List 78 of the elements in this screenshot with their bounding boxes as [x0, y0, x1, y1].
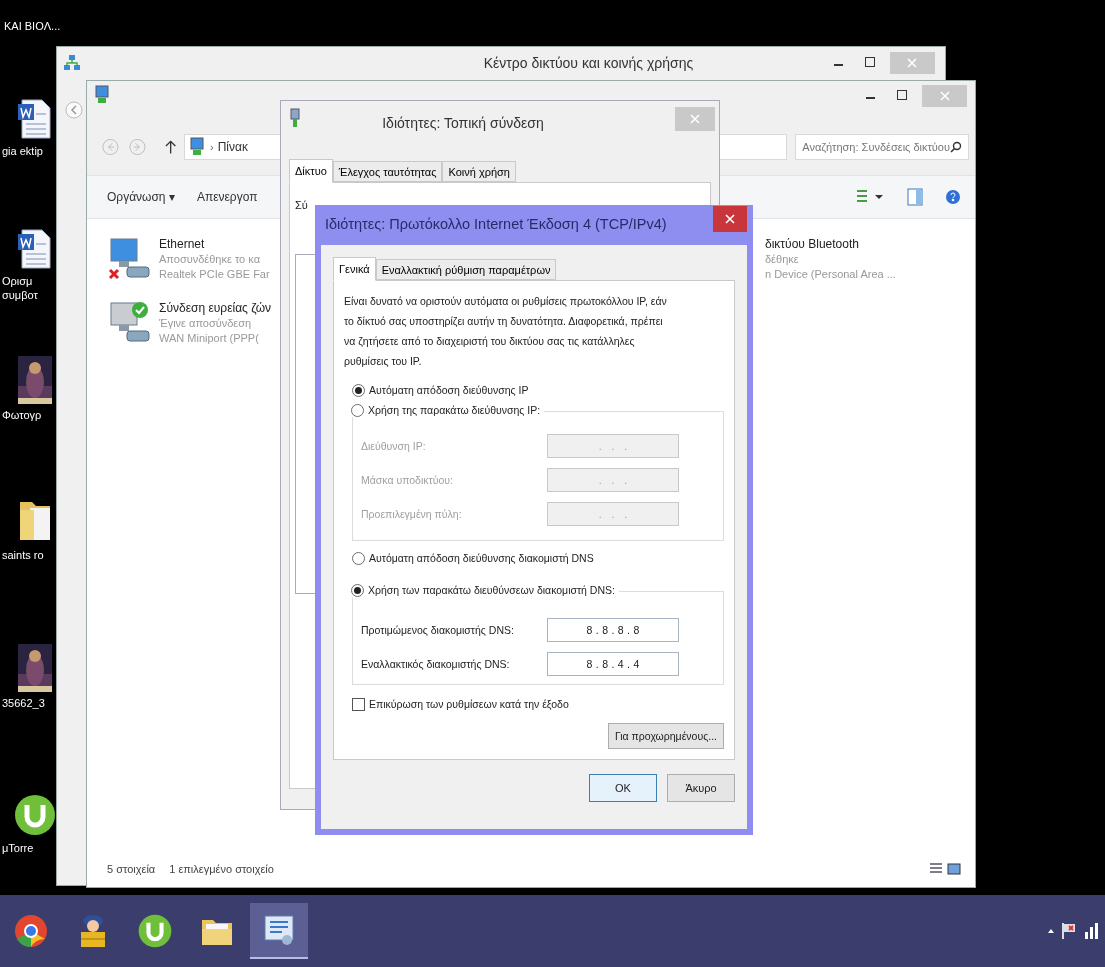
close-icon: [939, 91, 950, 101]
search-icon: [950, 141, 962, 153]
tab[interactable]: Κοινή χρήση: [442, 161, 516, 182]
torrent-icon: [137, 913, 173, 949]
desktop-icon-label[interactable]: Φωτογρ: [0, 408, 56, 422]
network-connection-icon: [93, 85, 111, 105]
up-arrow-icon[interactable]: [164, 139, 176, 155]
help-icon[interactable]: [945, 189, 961, 205]
browser-icon: [13, 913, 49, 949]
flag-icon[interactable]: [1061, 922, 1077, 940]
connection-device: Realtek PCIe GBE Far: [159, 267, 270, 282]
desktop-icon-label[interactable]: Ορισμ συμβοτ: [0, 274, 56, 302]
connection-device: n Device (Personal Area ...: [765, 267, 897, 282]
desktop-icon-label: KAI BIOΛ...: [4, 19, 61, 34]
radio-label: Χρήση των παρακάτω διευθύνσεων διακομιστή DNS:: [368, 583, 615, 597]
field-label: Διεύθυνση IP:: [361, 439, 426, 453]
connection-device: WAN Miniport (PPP(: [159, 331, 260, 346]
field-label: Προεπιλεγμένη πύλη:: [361, 507, 462, 521]
ip-address-field[interactable]: 8 . 8 . 4 . 4: [547, 652, 679, 676]
desktop-icon-label[interactable]: gia ektip: [0, 144, 56, 158]
tray-expand-icon[interactable]: [1047, 927, 1055, 935]
network-signal-icon[interactable]: [1083, 922, 1099, 940]
status-text: 1 επιλεγμένο στοιχείο: [169, 861, 274, 877]
connection-status: δέθηκε: [765, 252, 800, 267]
checkbox-label: Επικύρωση των ρυθμίσεων κατά την έξοδο: [369, 697, 569, 711]
dialog-title: Ιδιότητες: Τοπική σύνδεση: [382, 114, 544, 133]
connection-name[interactable]: δικτύου Bluetooth: [765, 237, 945, 252]
radio-button[interactable]: [351, 583, 364, 597]
close-button[interactable]: [713, 206, 747, 232]
radio-label: Αυτόματη απόδοση διεύθυνσης διακομιστή DNS: [369, 551, 594, 565]
close-icon: [907, 58, 918, 68]
search-field[interactable]: Αναζήτηση: Συνδέσεις δικτύου: [795, 134, 969, 160]
field-label: Μάσκα υποδικτύου:: [361, 473, 453, 487]
network-connection-icon: [188, 137, 206, 157]
close-icon: [690, 114, 700, 124]
connection-name[interactable]: Ethernet: [159, 237, 270, 252]
radio-label: Χρήση της παρακάτω διεύθυνσης IP:: [368, 403, 541, 417]
checkbox[interactable]: [352, 697, 365, 711]
status-text: 5 στοιχεία: [107, 861, 156, 877]
ip-address-field[interactable]: 8 . 8 . 8 . 8: [547, 618, 679, 642]
connection-name[interactable]: Σύνδεση ευρείας ζών: [159, 301, 272, 316]
tab[interactable]: Δίκτυο: [289, 159, 333, 183]
breadcrumb-separator: ›: [210, 139, 214, 155]
field-label: Σύ: [295, 199, 308, 211]
back-icon[interactable]: [65, 101, 83, 119]
tab[interactable]: Έλεγχος ταυτότητας: [332, 161, 443, 182]
cancel-button[interactable]: Άκυρο: [667, 774, 735, 802]
ok-button[interactable]: OK: [589, 774, 657, 802]
large-icons-view-icon[interactable]: [947, 862, 961, 876]
advanced-button[interactable]: Για προχωρημένους...: [607, 723, 724, 749]
control-panel-icon: [261, 912, 297, 948]
window-title: Κέντρο δικτύου και κοινής χρήσης: [483, 53, 694, 73]
field-label: Εναλλακτικός διακομιστής DNS:: [361, 657, 510, 671]
desktop-icon-label[interactable]: μTorre: [0, 841, 56, 855]
radio-button[interactable]: [352, 551, 365, 565]
dialog-title: Ιδιότητες: Πρωτόκολλο Internet Έκδοση 4 (TCP/IPv4): [325, 215, 667, 235]
network-adapter-icon: [289, 107, 301, 129]
close-icon: [725, 214, 735, 224]
radio-button[interactable]: [352, 383, 365, 397]
toolbar-button[interactable]: Απενεργοπ: [196, 188, 258, 206]
field-label: Προτιμώμενος διακομιστής DNS:: [361, 623, 514, 637]
taskbar-button[interactable]: [250, 903, 308, 959]
connection-status: Αποσυνδέθηκε το κα: [159, 252, 261, 267]
radio-label: Αυτόματη απόδοση διεύθυνσης IP: [369, 383, 529, 397]
connection-status: Έγινε αποσύνδεση: [159, 316, 253, 331]
details-view-icon[interactable]: [929, 862, 943, 876]
desktop-icon-label[interactable]: saints ro: [0, 548, 56, 562]
description-text: Είναι δυνατό να οριστούν αυτόματα οι ρυθμίσεις πρωτοκόλλου IP, εάν το δίκτυό σας υποστηρίζει αυτήν τη δυνατότητα. Διαφορετικά, πρέπει να ζητήσετε από το διαχειριστή του δικτύου σας τις κατάλληλες ρυθμίσεις του IP.: [344, 294, 668, 369]
tab[interactable]: Εναλλακτική ρύθμιση παραμέτρων: [375, 259, 557, 280]
breadcrumb[interactable]: Πίνακ: [217, 138, 248, 156]
torrent-icon: [13, 793, 57, 837]
radio-button[interactable]: [351, 403, 364, 417]
document-icon: [18, 228, 52, 270]
desktop-icon-label[interactable]: 35662_3: [0, 696, 56, 710]
tab[interactable]: Γενικά: [333, 257, 376, 281]
toolbar-button[interactable]: Οργάνωση ▾: [107, 188, 175, 206]
network-icon: [63, 54, 81, 72]
document-icon: [18, 98, 52, 140]
